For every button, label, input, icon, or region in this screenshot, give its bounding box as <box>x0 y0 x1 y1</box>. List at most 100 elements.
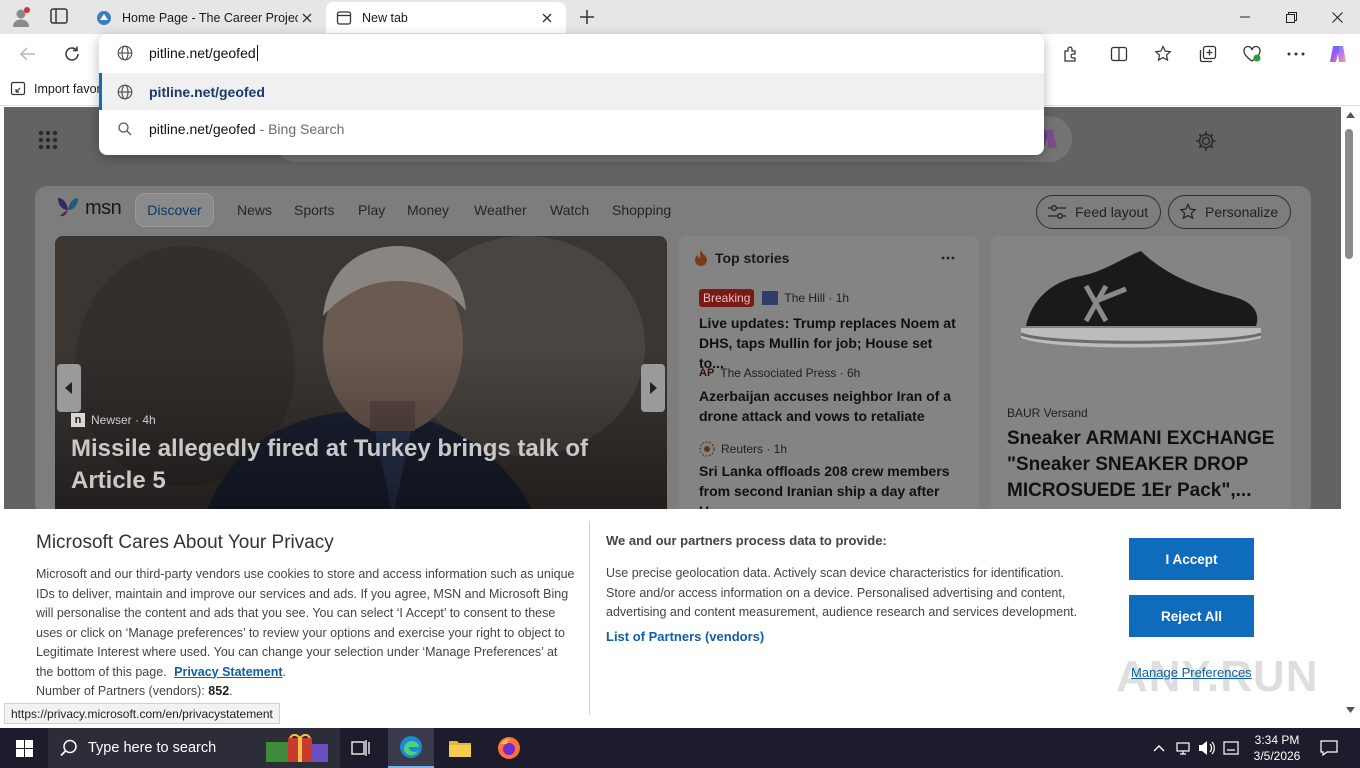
sliders-icon <box>1047 204 1067 220</box>
suggestion-item[interactable]: pitline.net/geofed <box>99 73 1044 110</box>
suggestion-url: pitline.net/geofed <box>149 83 265 100</box>
close-tab-icon[interactable] <box>298 9 316 27</box>
msn-logo[interactable]: msn <box>55 196 122 220</box>
top-stories-card: Top stories Breaking The Hill · 1h Live … <box>679 236 979 516</box>
network-icon[interactable] <box>1174 728 1192 768</box>
suggestion-item[interactable]: pitline.net/geofed - Bing Search <box>99 110 1044 148</box>
nav-tab-watch[interactable]: Watch <box>550 193 589 227</box>
breaking-badge: Breaking <box>699 289 755 307</box>
list-of-partners-link[interactable]: List of Partners (vendors) <box>606 629 764 644</box>
story-headline[interactable]: Live updates: Trump replaces Noem at DHS… <box>699 313 961 373</box>
tab-title: Home Page - The Career Project <box>122 10 298 25</box>
tab-career-project[interactable]: Home Page - The Career Project <box>86 2 326 33</box>
story-headline[interactable]: Azerbaijan accuses neighbor Iran of a dr… <box>699 386 961 426</box>
accept-button[interactable]: I Accept <box>1129 538 1254 580</box>
status-url: https://privacy.microsoft.com/en/privacy… <box>4 703 280 724</box>
scroll-up-icon[interactable] <box>1346 112 1355 118</box>
split-screen-icon[interactable] <box>1103 38 1135 70</box>
import-icon <box>10 81 28 97</box>
close-tab-icon[interactable] <box>538 9 556 27</box>
story-source: Reuters · 1h <box>699 441 787 457</box>
address-bar[interactable]: pitline.net/geofed <box>99 34 1044 72</box>
taskbar-edge-icon[interactable] <box>388 728 434 768</box>
privacy-body-text: Microsoft and our third-party vendors us… <box>36 567 575 679</box>
copilot-icon[interactable] <box>1322 38 1354 70</box>
the-hill-logo-icon <box>762 291 779 305</box>
globe-icon <box>117 84 133 100</box>
input-indicator-icon[interactable] <box>1220 728 1242 768</box>
nav-tab-shopping[interactable]: Shopping <box>612 193 671 227</box>
import-favorites-button[interactable]: Import favor <box>10 81 101 97</box>
page-settings-gear-icon[interactable] <box>1195 130 1217 152</box>
system-clock[interactable]: 3:34 PM 3/5/2026 <box>1246 728 1308 768</box>
partners-count: 852 <box>208 684 230 698</box>
privacy-statement-link[interactable]: Privacy Statement <box>174 665 282 679</box>
profile-avatar[interactable] <box>10 6 32 28</box>
reject-all-button[interactable]: Reject All <box>1129 595 1254 637</box>
manage-preferences-link[interactable]: Manage Preferences <box>1131 665 1252 680</box>
collections-icon[interactable] <box>1192 38 1224 70</box>
nav-tab-money[interactable]: Money <box>407 193 449 227</box>
minimize-icon[interactable] <box>1222 0 1268 34</box>
nav-tab-play[interactable]: Play <box>358 193 385 227</box>
windows-taskbar: Type here to search 3:34 PM 3/5/2026 <box>0 728 1360 768</box>
privacy-title: Microsoft Cares About Your Privacy <box>36 532 334 553</box>
ad-headline[interactable]: Sneaker ARMANI EXCHANGE "Sneaker SNEAKER… <box>1007 426 1283 504</box>
personalize-button[interactable]: Personalize <box>1168 195 1292 229</box>
tab-bar: Home Page - The Career Project New tab <box>0 0 1360 34</box>
more-menu-icon[interactable] <box>1280 38 1312 70</box>
ap-logo-icon: AP <box>699 367 715 379</box>
notifications-icon[interactable] <box>1312 728 1346 768</box>
personalize-label: Personalize <box>1205 204 1279 220</box>
restore-icon[interactable] <box>1268 0 1314 34</box>
msn-butterfly-icon <box>58 198 78 217</box>
task-view-icon[interactable] <box>340 728 382 768</box>
suggestion-suffix: - Bing Search <box>255 121 345 137</box>
show-hidden-icons-icon[interactable] <box>1150 728 1168 768</box>
more-options-icon[interactable] <box>941 256 955 260</box>
new-tab-page-icon <box>336 10 352 26</box>
refresh-icon[interactable] <box>56 38 88 70</box>
new-tab-plus-icon[interactable] <box>577 7 597 27</box>
text-cursor <box>256 45 258 61</box>
ad-card[interactable]: BAUR Versand Sneaker ARMANI EXCHANGE "Sn… <box>991 236 1291 516</box>
divider <box>589 521 590 715</box>
taskbar-firefox-icon[interactable] <box>486 728 532 768</box>
back-icon[interactable] <box>12 38 44 70</box>
favorites-star-icon[interactable] <box>1147 38 1179 70</box>
story-source-text: The Hill · 1h <box>784 291 850 305</box>
hero-source: n Newser · 4h <box>71 413 156 427</box>
close-window-icon[interactable] <box>1314 0 1360 34</box>
carousel-next-icon[interactable] <box>641 364 665 412</box>
newser-logo-icon: n <box>71 413 85 427</box>
sneaker-image <box>1020 251 1262 348</box>
scroll-down-icon[interactable] <box>1346 707 1355 713</box>
windows-start-icon[interactable] <box>0 728 48 768</box>
address-input[interactable]: pitline.net/geofed <box>149 45 256 61</box>
story-source: AP The Associated Press · 6h <box>699 366 860 380</box>
nav-tab-discover[interactable]: Discover <box>135 193 214 227</box>
nav-tab-news[interactable]: News <box>237 193 272 227</box>
nav-tab-weather[interactable]: Weather <box>474 193 527 227</box>
page-scrollbar[interactable] <box>1341 107 1360 724</box>
taskbar-search-box[interactable]: Type here to search <box>48 728 340 768</box>
hero-headline[interactable]: Missile allegedly fired at Turkey brings… <box>71 433 661 497</box>
story-headline[interactable]: Sri Lanka offloads 208 crew members from… <box>699 461 961 516</box>
hero-source-text: Newser · 4h <box>91 413 156 427</box>
feed-layout-button[interactable]: Feed layout <box>1036 195 1162 229</box>
story-source: Breaking The Hill · 1h <box>699 289 849 307</box>
carousel-prev-icon[interactable] <box>57 364 81 412</box>
suggestion-query: pitline.net/geofed <box>149 121 256 137</box>
search-placeholder: Type here to search <box>88 740 217 756</box>
taskbar-file-explorer-icon[interactable] <box>437 728 483 768</box>
nav-tab-sports[interactable]: Sports <box>294 193 334 227</box>
browser-essentials-icon[interactable] <box>1236 38 1268 70</box>
feed-layout-label: Feed layout <box>1075 204 1149 220</box>
scroll-thumb[interactable] <box>1345 129 1353 259</box>
tab-actions-icon[interactable] <box>50 8 70 26</box>
extensions-icon[interactable] <box>1055 38 1087 70</box>
apps-launcher-icon[interactable] <box>38 130 58 150</box>
tab-new-tab[interactable]: New tab <box>326 2 566 33</box>
hero-story-card[interactable]: n Newser · 4h Missile allegedly fired at… <box>55 236 667 516</box>
volume-icon[interactable] <box>1196 728 1218 768</box>
